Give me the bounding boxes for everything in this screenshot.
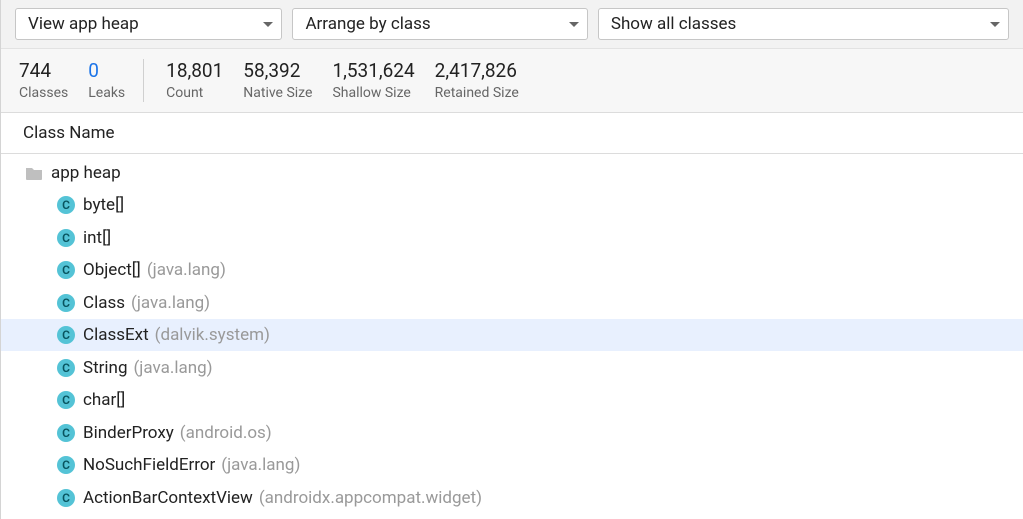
heap-dropdown[interactable]: View app heap <box>15 8 282 40</box>
class-name: BinderProxy <box>83 423 174 443</box>
class-icon: C <box>57 261 75 279</box>
tree-row[interactable]: C Class (java.lang) <box>1 286 1023 319</box>
tree-root-row[interactable]: app heap <box>1 156 1023 189</box>
chevron-down-icon <box>990 22 1000 27</box>
arrange-dropdown[interactable]: Arrange by class <box>292 8 587 40</box>
stat-classes: 744 Classes <box>19 59 68 102</box>
heap-dropdown-label: View app heap <box>28 14 139 34</box>
class-name: ClassExt <box>83 325 149 345</box>
tree-row[interactable]: C ClassExt (dalvik.system) <box>1 319 1023 352</box>
folder-icon <box>25 166 43 180</box>
class-icon: C <box>57 196 75 214</box>
stat-native-value: 58,392 <box>243 59 300 83</box>
stat-count-label: Count <box>166 85 203 103</box>
class-tree: app heap Cbyte[]Cint[]CObject[](java.lan… <box>1 154 1023 514</box>
chevron-down-icon <box>263 22 273 27</box>
stats-bar: 744 Classes 0 Leaks 18,801 Count 58,392 … <box>1 49 1023 113</box>
stat-count: 18,801 Count <box>166 59 223 102</box>
class-name: byte[] <box>83 195 124 215</box>
stat-retained-value: 2,417,826 <box>435 59 517 83</box>
stat-classes-value: 744 <box>19 59 51 83</box>
filter-dropdown[interactable]: Show all classes <box>598 8 1009 40</box>
class-name: String <box>83 358 127 378</box>
tree-row[interactable]: Cchar[] <box>1 384 1023 417</box>
stat-shallow-label: Shallow Size <box>332 85 410 103</box>
top-controls-bar: View app heap Arrange by class Show all … <box>1 0 1023 49</box>
stat-shallow: 1,531,624 Shallow Size <box>332 59 414 102</box>
tree-root-label: app heap <box>51 163 121 183</box>
stats-divider <box>143 59 144 102</box>
class-name: Object[] <box>83 260 141 280</box>
class-package: (java.lang) <box>221 455 300 475</box>
class-icon: C <box>57 489 75 507</box>
class-name: ActionBarContextView <box>83 488 253 508</box>
table-header[interactable]: Class Name <box>1 113 1023 154</box>
filter-dropdown-label: Show all classes <box>611 14 737 34</box>
class-name: int[] <box>83 228 111 248</box>
class-package: (java.lang) <box>147 260 226 280</box>
stat-retained-label: Retained Size <box>435 85 519 103</box>
class-package: (dalvik.system) <box>155 325 270 345</box>
class-package: (android.os) <box>180 423 272 443</box>
class-name: Class <box>83 293 125 313</box>
tree-row[interactable]: C ActionBarContextView (androidx.appcompat… <box>1 481 1023 514</box>
tree-row[interactable]: C BinderProxy (android.os) <box>1 416 1023 449</box>
stat-native-label: Native Size <box>243 85 312 103</box>
stat-count-value: 18,801 <box>166 59 223 83</box>
class-package: (java.lang) <box>131 293 210 313</box>
column-header-classname: Class Name <box>23 123 115 143</box>
tree-row[interactable]: C String (java.lang) <box>1 351 1023 384</box>
class-icon: C <box>57 294 75 312</box>
class-name: char[] <box>83 390 125 410</box>
tree-row[interactable]: Cbyte[] <box>1 189 1023 222</box>
stat-retained: 2,417,826 Retained Size <box>435 59 519 102</box>
class-icon: C <box>57 229 75 247</box>
class-icon: C <box>57 326 75 344</box>
chevron-down-icon <box>569 22 579 27</box>
class-package: (androidx.appcompat.widget) <box>259 488 482 508</box>
class-icon: C <box>57 391 75 409</box>
class-icon: C <box>57 424 75 442</box>
tree-row[interactable]: C Object[] (java.lang) <box>1 254 1023 287</box>
arrange-dropdown-label: Arrange by class <box>305 14 430 34</box>
class-package: (java.lang) <box>133 358 212 378</box>
stat-leaks[interactable]: 0 Leaks <box>88 59 125 102</box>
tree-row[interactable]: C NoSuchFieldError (java.lang) <box>1 449 1023 482</box>
class-name: NoSuchFieldError <box>83 455 215 475</box>
stat-leaks-label: Leaks <box>88 85 125 103</box>
tree-row[interactable]: Cint[] <box>1 221 1023 254</box>
stat-leaks-value: 0 <box>88 59 99 83</box>
class-icon: C <box>57 456 75 474</box>
stat-classes-label: Classes <box>19 85 68 103</box>
class-icon: C <box>57 359 75 377</box>
stat-native: 58,392 Native Size <box>243 59 312 102</box>
stat-shallow-value: 1,531,624 <box>332 59 414 83</box>
